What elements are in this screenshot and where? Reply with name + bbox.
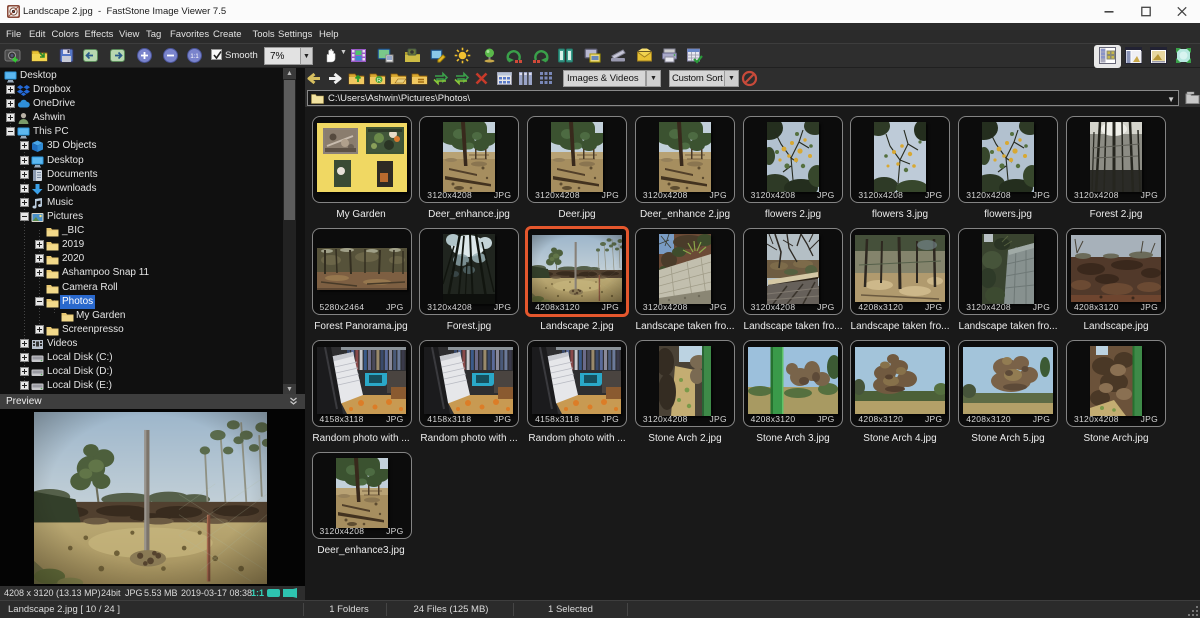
svg-text:1:1: 1:1 xyxy=(190,54,199,60)
svg-text:R: R xyxy=(377,78,381,84)
